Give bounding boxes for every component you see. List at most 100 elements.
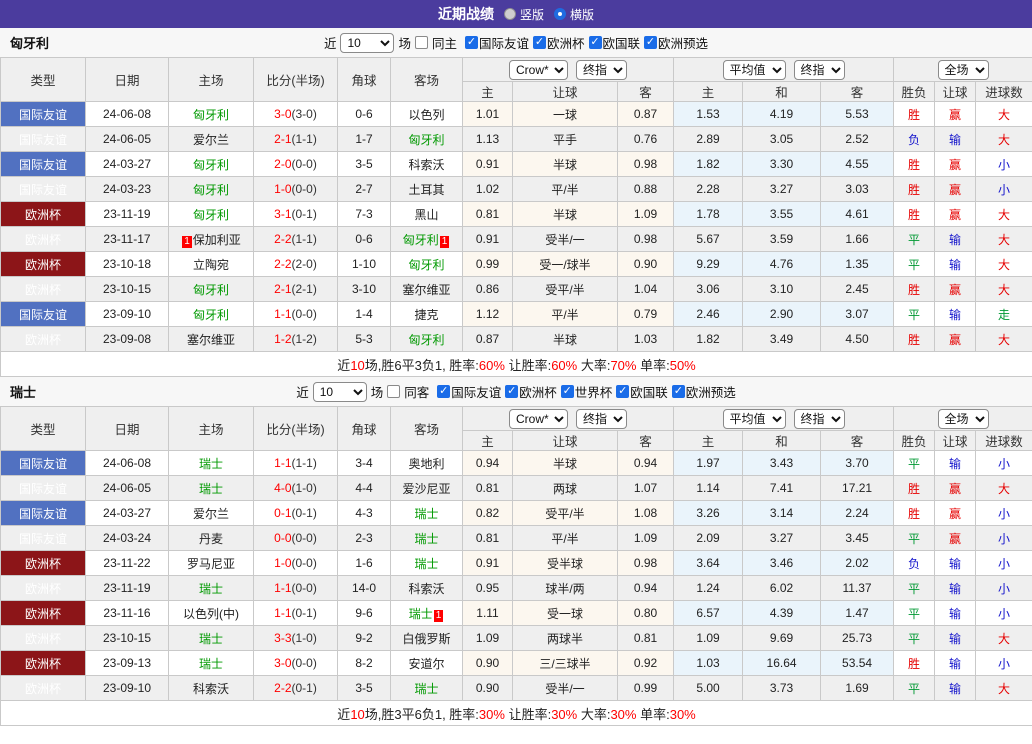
euro-draw-odds: 3.73 — [742, 675, 822, 701]
home-team[interactable]: 瑞士 — [199, 632, 223, 646]
home-team[interactable]: 瑞士 — [199, 657, 223, 671]
away-team-cell: 科索沃 — [390, 575, 463, 601]
away-team[interactable]: 以色列 — [408, 108, 444, 122]
away-team[interactable]: 瑞士 — [414, 682, 438, 696]
average-select[interactable]: 平均值 — [722, 59, 786, 80]
away-team[interactable]: 科索沃 — [408, 158, 444, 172]
layout-option-horizontal[interactable]: 横版 — [554, 6, 594, 23]
asian-away-odds: 0.98 — [616, 550, 675, 576]
col-header-home: 主场 — [168, 406, 254, 451]
home-team[interactable]: 爱尔兰 — [193, 507, 229, 521]
result-outcome: 胜 — [893, 326, 936, 352]
handicap: 受一/球半 — [512, 251, 618, 277]
competition-checkbox[interactable]: ✓ — [437, 385, 451, 398]
away-team[interactable]: 瑞士 — [414, 557, 438, 571]
average-select[interactable]: 平均值 — [722, 408, 786, 429]
same-away-checkbox[interactable] — [387, 385, 401, 398]
home-team[interactable]: 匈牙利 — [193, 183, 229, 197]
away-team[interactable]: 瑞士 — [409, 607, 433, 621]
euro-home-odds: 1.24 — [673, 575, 744, 601]
fulltime-score: 3-0 — [274, 656, 292, 670]
away-team[interactable]: 土耳其 — [408, 183, 444, 197]
away-team[interactable]: 匈牙利 — [408, 133, 444, 147]
home-team[interactable]: 立陶宛 — [193, 258, 229, 272]
home-team[interactable]: 匈牙利 — [193, 283, 229, 297]
table-body: 国际友谊 24-06-08 匈牙利 3-0(3-0) 0-6 以色列 1.01 一球 0.87 1… — [0, 101, 1032, 352]
competition-checkbox[interactable]: ✓ — [616, 385, 630, 398]
away-team[interactable]: 匈牙利 — [403, 233, 439, 247]
same-home-checkbox[interactable] — [414, 36, 428, 49]
away-team[interactable]: 瑞士 — [414, 532, 438, 546]
away-team[interactable]: 塞尔维亚 — [402, 283, 450, 297]
euro-home-odds: 3.64 — [673, 550, 744, 576]
competition-checkbox[interactable]: ✓ — [644, 36, 658, 49]
home-team[interactable]: 塞尔维亚 — [187, 333, 235, 347]
away-team[interactable]: 奥地利 — [408, 457, 444, 471]
home-team[interactable]: 匈牙利 — [193, 208, 229, 222]
scope-select[interactable]: 全场 — [937, 59, 989, 80]
result-outcome: 平 — [893, 251, 936, 277]
radio-label-horizontal: 横版 — [570, 7, 595, 22]
competition-checkbox[interactable]: ✓ — [464, 36, 478, 49]
away-team[interactable]: 匈牙利 — [408, 333, 444, 347]
away-team[interactable]: 白俄罗斯 — [402, 632, 450, 646]
away-team[interactable]: 科索沃 — [408, 582, 444, 596]
match-count-select[interactable]: 10 — [340, 32, 395, 53]
layout-option-vertical[interactable]: 竖版 — [503, 6, 544, 23]
table-row: 欧洲杯 23-10-15 匈牙利 2-1(2-1) 3-10 塞尔维亚 0.86 受平/半 1.… — [0, 276, 1032, 302]
fulltime-score: 1-0 — [274, 556, 292, 570]
title-bar: 近期战绩 竖版 横版 — [0, 0, 1032, 28]
euro-final-select[interactable]: 终指 — [793, 408, 845, 429]
away-team[interactable]: 安道尔 — [408, 657, 444, 671]
asian-final-select[interactable]: 终指 — [576, 408, 628, 429]
away-team[interactable]: 爱沙尼亚 — [402, 482, 450, 496]
competition-checkbox[interactable]: ✓ — [533, 36, 546, 49]
asian-away-odds: 0.87 — [616, 101, 675, 127]
result-goals: 小 — [975, 575, 1032, 601]
competition-checkbox[interactable]: ✓ — [560, 385, 574, 398]
home-team[interactable]: 瑞士 — [199, 582, 223, 596]
home-team[interactable]: 以色列(中) — [183, 607, 239, 621]
result-handicap: 赢 — [934, 201, 977, 227]
home-team[interactable]: 匈牙利 — [193, 308, 229, 322]
asian-final-select[interactable]: 终指 — [576, 59, 628, 80]
result-outcome: 胜 — [893, 176, 936, 202]
competition-checkbox[interactable]: ✓ — [671, 385, 685, 398]
result-handicap: 赢 — [934, 326, 977, 352]
competition-checkbox[interactable]: ✓ — [505, 385, 519, 398]
home-team[interactable]: 科索沃 — [193, 682, 229, 696]
home-team[interactable]: 匈牙利 — [193, 158, 229, 172]
bookmaker-select[interactable]: Crow* — [509, 408, 569, 429]
results-table: 类型 日期 主场 比分(半场) 角球 客场 Crow* 终指 平均值 终指 全场… — [0, 57, 1032, 377]
home-team[interactable]: 保加利亚 — [193, 233, 241, 247]
away-team[interactable]: 匈牙利 — [408, 258, 444, 272]
result-outcome: 胜 — [893, 475, 936, 501]
home-team[interactable]: 爱尔兰 — [193, 133, 229, 147]
match-count-select[interactable]: 10 — [312, 381, 367, 402]
away-team[interactable]: 捷克 — [414, 308, 438, 322]
scope-select[interactable]: 全场 — [937, 408, 989, 429]
competition-checkbox[interactable]: ✓ — [588, 36, 602, 49]
away-team[interactable]: 黑山 — [414, 208, 438, 222]
away-team[interactable]: 瑞士 — [414, 507, 438, 521]
same-home-label: 同主 — [431, 37, 457, 51]
competition-badge: 欧洲杯 — [0, 650, 86, 676]
home-team[interactable]: 丹麦 — [199, 532, 223, 546]
halftime-score: (0-1) — [291, 506, 317, 520]
home-team[interactable]: 匈牙利 — [193, 108, 229, 122]
summary-segment: 10 — [350, 357, 365, 373]
home-team-cell: 爱尔兰 — [168, 126, 254, 152]
subcol-asian-home: 主 — [462, 81, 513, 102]
result-handicap: 赢 — [934, 276, 977, 302]
home-team[interactable]: 瑞士 — [199, 457, 223, 471]
fulltime-score: 2-2 — [274, 257, 292, 271]
bookmaker-select[interactable]: Crow* — [509, 59, 569, 80]
subcol-handicap-result: 让球 — [934, 81, 977, 102]
competition-badge: 国际友谊 — [0, 475, 86, 501]
euro-final-select[interactable]: 终指 — [793, 59, 845, 80]
fulltime-score: 0-0 — [274, 531, 292, 545]
home-team[interactable]: 罗马尼亚 — [187, 557, 235, 571]
home-team[interactable]: 瑞士 — [199, 482, 223, 496]
asian-home-odds: 0.99 — [462, 251, 513, 277]
table-row: 国际友谊 23-09-10 匈牙利 1-1(0-0) 1-4 捷克 1.12 平/半 0.79 2… — [0, 301, 1032, 327]
